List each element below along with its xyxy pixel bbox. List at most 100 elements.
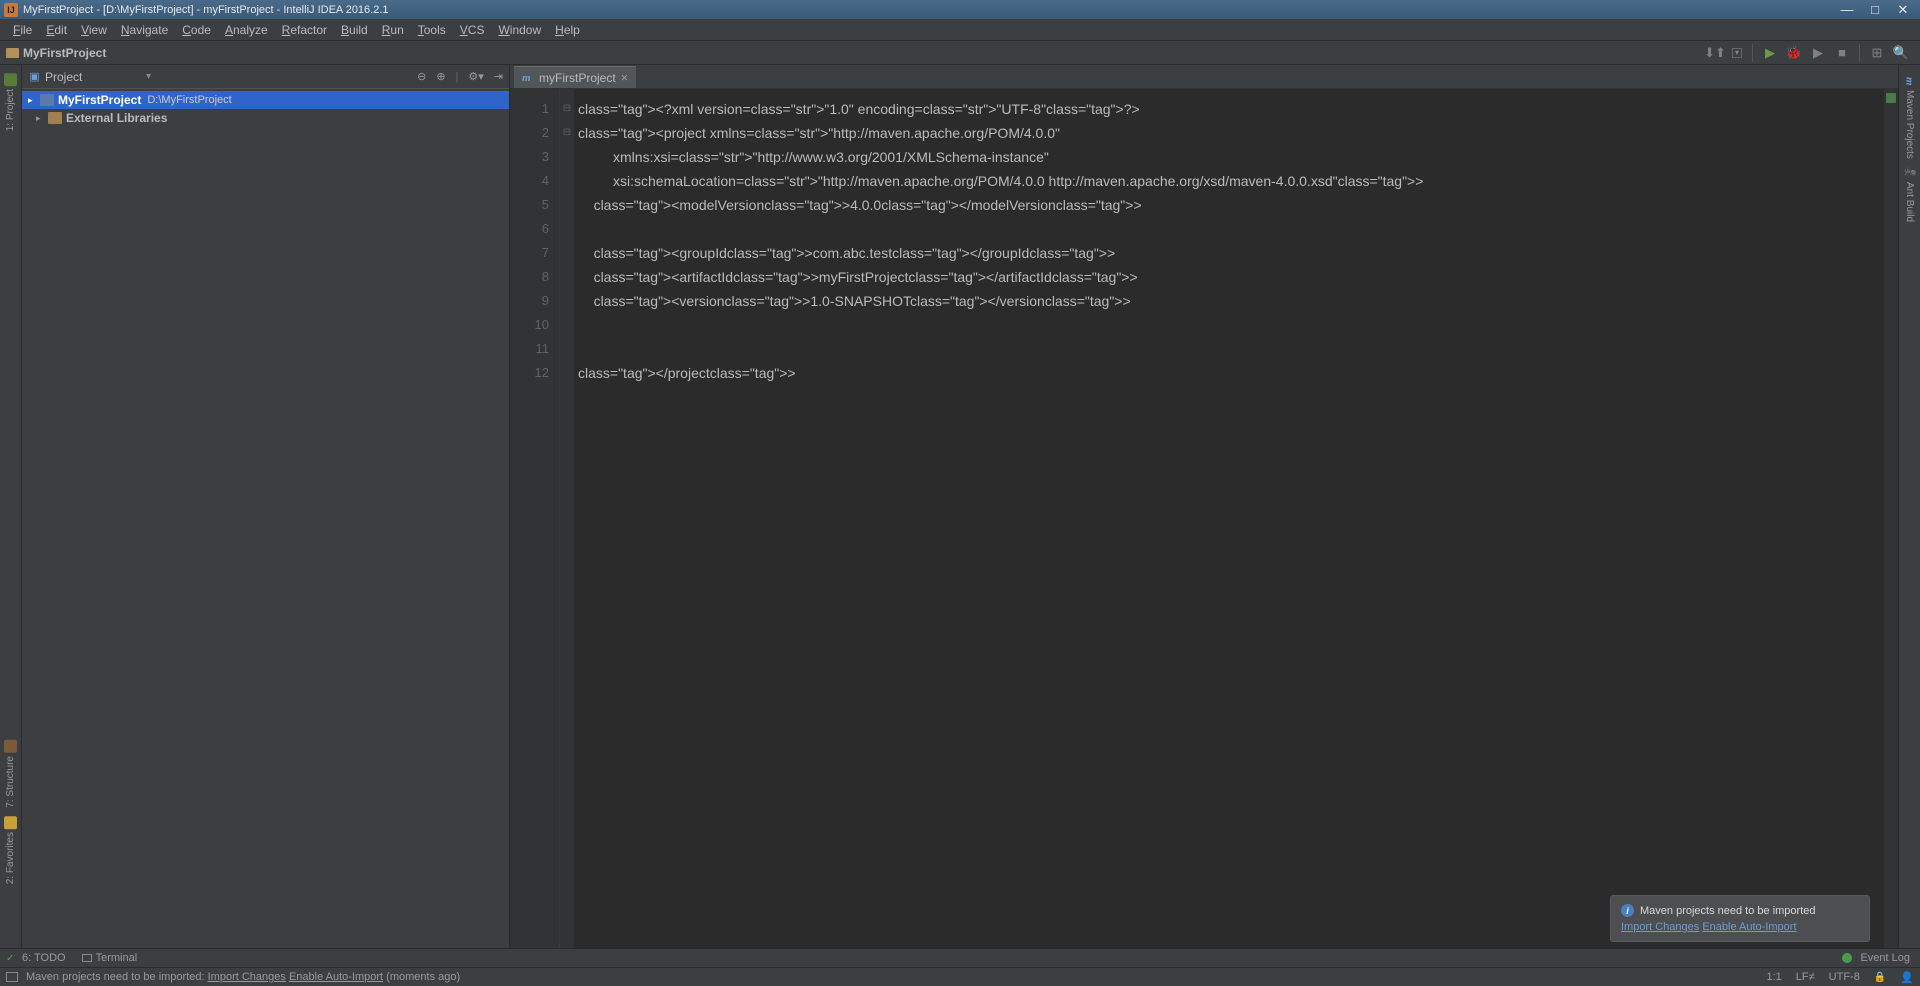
file-encoding[interactable]: UTF-8 (1829, 971, 1860, 983)
editor-area: m myFirstProject × 123456789101112 ⊟⊟ cl… (510, 65, 1898, 948)
hide-panel-icon[interactable]: ⇥ (494, 70, 503, 83)
window-titlebar: IJ MyFirstProject - [D:\MyFirstProject] … (0, 0, 1920, 19)
build-icon[interactable]: ⬇⬆ (1708, 46, 1722, 60)
status-import-changes-link[interactable]: Import Changes (208, 971, 286, 983)
expand-arrow-icon[interactable]: ▸ (28, 95, 40, 106)
coverage-icon[interactable]: ▶ (1811, 46, 1825, 60)
breadcrumb-text: MyFirstProject (23, 46, 106, 60)
code-editor[interactable]: class="tag"><?xml version=class="str">"1… (574, 89, 1884, 948)
todo-icon (6, 952, 18, 964)
menu-refactor[interactable]: Refactor (275, 21, 334, 39)
navigation-bar: MyFirstProject ⬇⬆ ▾ ▶ 🐞 ▶ ■ ⊞ 🔍 (0, 41, 1920, 65)
menu-code[interactable]: Code (175, 21, 218, 39)
editor-body[interactable]: 123456789101112 ⊟⊟ class="tag"><?xml ver… (510, 89, 1898, 948)
tool-window-ant[interactable]: 🐜 Ant Build (1904, 167, 1916, 222)
inspection-ok-icon (1886, 93, 1896, 103)
project-panel-header: ▣ Project ▾ ⊖ ⊕ | ⚙▾ ⇥ (22, 65, 509, 89)
menubar: FileEditViewNavigateCodeAnalyzeRefactorB… (0, 19, 1920, 41)
todo-tool-window[interactable]: 6: TODO (6, 952, 66, 964)
maven-tool-icon: m (1904, 75, 1916, 87)
left-tool-strip: 1: Project 7: Structure 2: Favorites (0, 65, 22, 948)
project-structure-icon[interactable]: ⊞ (1870, 46, 1884, 60)
line-separator[interactable]: LF≠ (1796, 971, 1815, 983)
read-only-toggle-icon[interactable] (1874, 971, 1886, 983)
minimize-button[interactable]: — (1840, 3, 1854, 17)
favorites-tool-icon (4, 816, 17, 829)
hector-icon[interactable]: 👤 (1900, 971, 1914, 984)
window-controls: — □ ✕ (1840, 3, 1916, 17)
main-area: 1: Project 7: Structure 2: Favorites ▣ P… (0, 65, 1920, 948)
line-number-gutter: 123456789101112 (510, 89, 560, 948)
breadcrumb[interactable]: MyFirstProject (6, 46, 106, 60)
terminal-tool-window[interactable]: Terminal (82, 952, 138, 964)
menu-build[interactable]: Build (334, 21, 375, 39)
editor-tab[interactable]: m myFirstProject × (514, 66, 636, 88)
tree-row[interactable]: ▸ MyFirstProject D:\MyFirstProject (22, 91, 509, 109)
project-panel-title[interactable]: Project (45, 70, 146, 84)
menu-file[interactable]: File (6, 21, 39, 39)
run-toolbar: ⬇⬆ ▾ ▶ 🐞 ▶ ■ ⊞ 🔍 (1708, 44, 1914, 62)
debug-icon[interactable]: 🐞 (1787, 46, 1801, 60)
menu-analyze[interactable]: Analyze (218, 21, 275, 39)
project-tool-icon (4, 73, 17, 86)
run-config-dropdown[interactable]: ▾ (1732, 48, 1742, 58)
project-panel: ▣ Project ▾ ⊖ ⊕ | ⚙▾ ⇥ ▸ MyFirstProject D:… (22, 65, 510, 948)
folder-icon (40, 94, 54, 106)
menu-help[interactable]: Help (548, 21, 587, 39)
tool-windows-quick-access-icon[interactable] (6, 972, 18, 982)
status-enable-auto-import-link[interactable]: Enable Auto-Import (289, 971, 383, 983)
event-log-icon (1842, 953, 1852, 963)
window-title: MyFirstProject - [D:\MyFirstProject] - m… (23, 4, 1840, 16)
maven-import-notification: i Maven projects need to be imported Imp… (1610, 895, 1870, 942)
run-icon[interactable]: ▶ (1763, 46, 1777, 60)
tree-row[interactable]: ▸ External Libraries (22, 109, 509, 127)
notification-title: Maven projects need to be imported (1640, 905, 1816, 917)
tree-node-label: External Libraries (66, 111, 167, 125)
enable-auto-import-link[interactable]: Enable Auto-Import (1702, 921, 1796, 933)
project-tree[interactable]: ▸ MyFirstProject D:\MyFirstProject ▸ Externa… (22, 89, 509, 948)
editor-tabs: m myFirstProject × (510, 65, 1898, 89)
menu-run[interactable]: Run (375, 21, 411, 39)
menu-vcs[interactable]: VCS (453, 21, 492, 39)
project-view-dropdown[interactable]: ▾ (146, 71, 151, 82)
menu-window[interactable]: Window (491, 21, 548, 39)
lib-icon (48, 112, 62, 124)
structure-tool-icon (4, 740, 17, 753)
event-log-tool-window[interactable]: Event Log (1842, 952, 1910, 964)
caret-position[interactable]: 1:1 (1767, 971, 1782, 983)
editor-tab-label: myFirstProject (539, 71, 616, 85)
collapse-all-icon[interactable]: ⊖ (417, 70, 426, 83)
tool-window-structure[interactable]: 7: Structure (4, 740, 17, 808)
info-icon: i (1621, 904, 1634, 917)
maximize-button[interactable]: □ (1868, 3, 1882, 17)
status-bar: Maven projects need to be imported: Impo… (0, 967, 1920, 986)
tool-window-project[interactable]: 1: Project (4, 73, 17, 131)
tool-window-maven[interactable]: m Maven Projects (1904, 75, 1916, 159)
scroll-from-source-icon[interactable]: ⊕ (436, 70, 445, 83)
right-tool-strip: m Maven Projects 🐜 Ant Build (1898, 65, 1920, 948)
close-tab-icon[interactable]: × (621, 70, 629, 85)
stop-icon[interactable]: ■ (1835, 46, 1849, 60)
tool-window-favorites[interactable]: 2: Favorites (4, 816, 17, 884)
close-button[interactable]: ✕ (1896, 3, 1910, 17)
fold-gutter[interactable]: ⊟⊟ (560, 89, 574, 948)
status-message: Maven projects need to be imported: Impo… (26, 971, 460, 983)
bottom-tool-windows: 6: TODO Terminal Event Log (0, 948, 1920, 967)
menu-edit[interactable]: Edit (39, 21, 74, 39)
maven-file-icon: m (522, 72, 534, 84)
expand-arrow-icon[interactable]: ▸ (36, 113, 48, 124)
menu-view[interactable]: View (74, 21, 114, 39)
settings-icon[interactable]: ⚙▾ (468, 70, 483, 83)
editor-marker-bar[interactable] (1884, 89, 1898, 948)
menu-navigate[interactable]: Navigate (114, 21, 175, 39)
terminal-icon (82, 954, 92, 962)
ant-tool-icon: 🐜 (1904, 167, 1916, 179)
search-everywhere-icon[interactable]: 🔍 (1894, 46, 1908, 60)
project-view-icon: ▣ (28, 70, 41, 83)
app-icon: IJ (4, 3, 18, 17)
menu-tools[interactable]: Tools (411, 21, 453, 39)
tree-node-path: D:\MyFirstProject (147, 94, 231, 106)
folder-icon (6, 48, 19, 58)
import-changes-link[interactable]: Import Changes (1621, 921, 1699, 933)
tree-node-label: MyFirstProject (58, 93, 141, 107)
